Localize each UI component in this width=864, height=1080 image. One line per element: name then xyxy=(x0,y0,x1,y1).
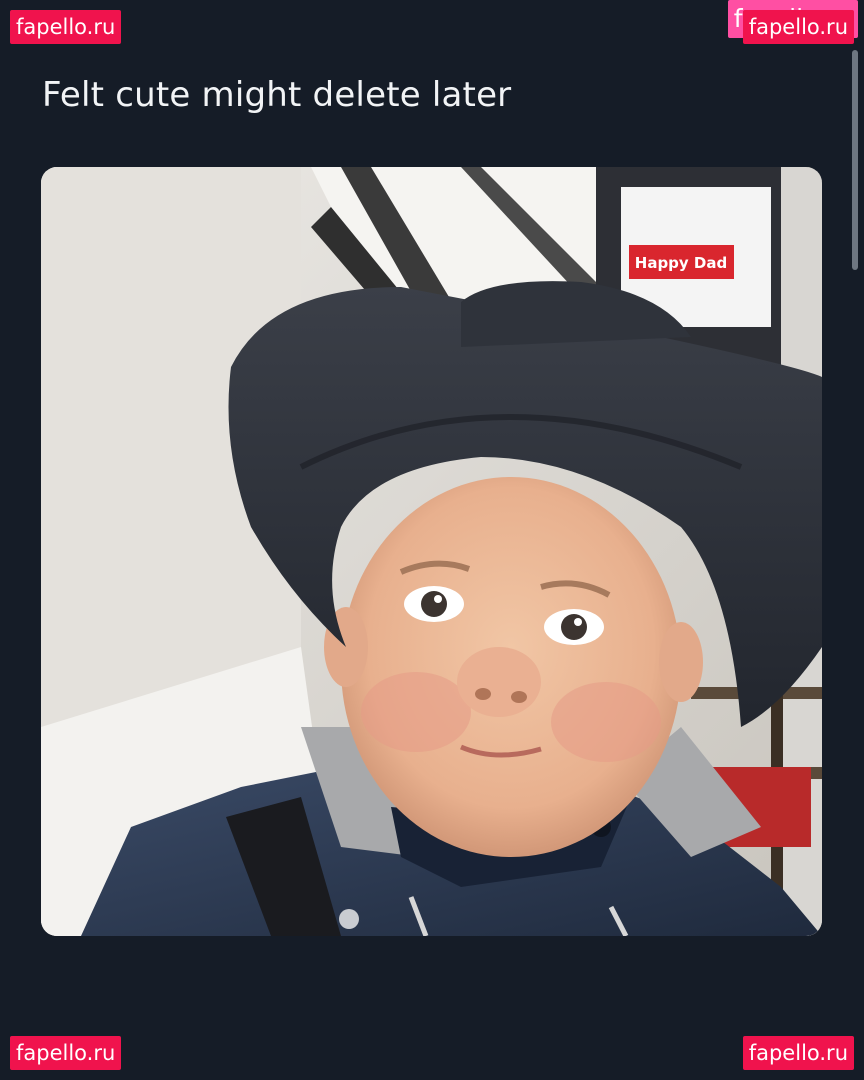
photo-illustration: Happy Dad xyxy=(41,167,822,936)
sign-text: Happy Dad xyxy=(635,254,727,272)
scrollbar[interactable] xyxy=(852,50,858,270)
post-text: Felt cute might delete later xyxy=(42,75,512,115)
watermark-top-left: fapello.ru xyxy=(10,10,122,44)
watermark-bottom-right: fapello.ru xyxy=(742,1036,854,1070)
post-photo[interactable]: Happy Dad xyxy=(41,167,822,936)
watermark-bottom-left: fapello.ru xyxy=(10,1036,122,1070)
post-view: Felt cute might delete later Happy Dad f… xyxy=(0,0,864,1080)
watermark-top-right: fapello.ru xyxy=(742,10,854,44)
